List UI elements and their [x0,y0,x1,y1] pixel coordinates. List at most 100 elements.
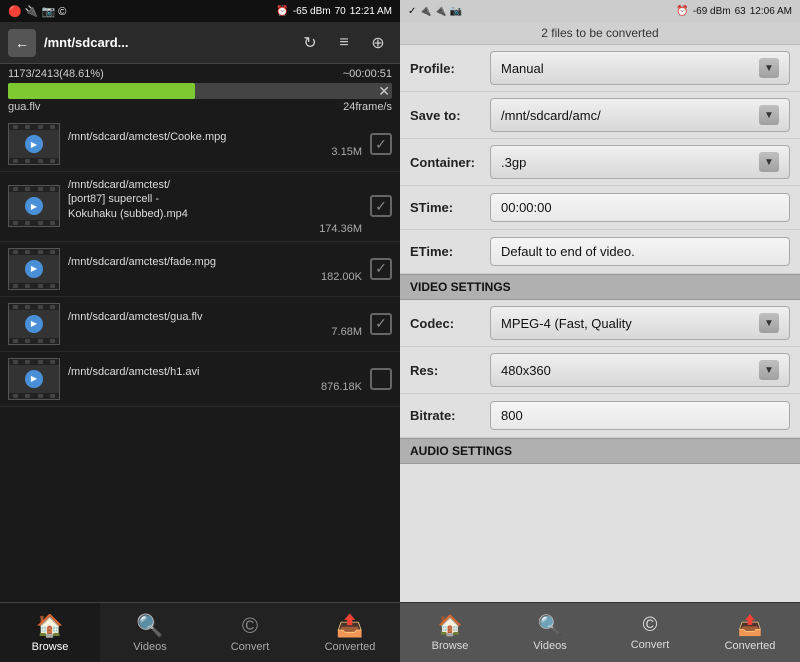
file-path: /mnt/sdcard/amctest/h1.avi [68,365,362,379]
browse-icon: 🏠 [438,613,463,638]
file-checkbox[interactable] [370,368,392,390]
bitrate-input[interactable]: 800 [490,401,790,430]
bitrate-row: Bitrate: 800 [400,394,800,438]
back-button[interactable]: ← [8,29,36,57]
right-signal-bars: 63 [735,6,746,17]
filter-button[interactable]: ⊕ [364,29,392,57]
menu-button[interactable]: ≡ [330,29,358,57]
bitrate-control: 800 [490,401,790,430]
codec-control: MPEG-4 (Fast, Quality ▼ [490,306,790,340]
etime-row: ETime: Default to end of video. [400,230,800,274]
file-list: ▶ /mnt/sdcard/amctest/Cooke.mpg 3.15M ✓ … [0,117,400,602]
stime-label: STime: [410,200,490,215]
list-item[interactable]: ▶ /mnt/sdcard/amctest/fade.mpg 182.00K ✓ [0,242,400,297]
file-thumbnail: ▶ [8,248,60,290]
container-row: Container: .3gp ▼ [400,139,800,186]
file-checkbox[interactable]: ✓ [370,133,392,155]
play-icon: ▶ [25,260,43,278]
progress-percent: 1173/2413(48.61%) [8,68,104,80]
right-bottom-nav: 🏠 Browse 🔍 Videos © Convert 📤 Converted [400,602,800,662]
profile-dropdown[interactable]: Manual ▼ [490,51,790,85]
right-tab-videos[interactable]: 🔍 Videos [500,603,600,662]
chevron-down-icon: ▼ [759,105,779,125]
list-item[interactable]: ▶ /mnt/sdcard/amctest/gua.flv 7.68M ✓ [0,297,400,352]
progress-filename: gua.flv 24frame/s [8,101,392,113]
videos-icon: 🔍 [538,613,563,638]
notification-icons: 🔴 🔌 📷 © [8,5,66,18]
etime-input[interactable]: Default to end of video. [490,237,790,266]
left-bottom-nav: 🏠 Browse 🔍 Videos © Convert 📤 Converted [0,602,400,662]
file-path: /mnt/sdcard/amctest/[port87] supercell -… [68,178,362,221]
left-time: 12:21 AM [350,6,392,17]
progress-close-button[interactable]: ✕ [378,83,390,99]
container-control: .3gp ▼ [490,145,790,179]
list-item[interactable]: ▶ /mnt/sdcard/amctest/Cooke.mpg 3.15M ✓ [0,117,400,172]
res-dropdown[interactable]: 480x360 ▼ [490,353,790,387]
tab-convert[interactable]: © Convert [200,603,300,662]
play-icon: ▶ [25,370,43,388]
converted-icon: 📤 [336,613,363,639]
left-status-bar: 🔴 🔌 📷 © ⏰ -65 dBm 70 12:21 AM [0,0,400,22]
current-file: gua.flv [8,101,40,113]
file-size: 876.18K [68,381,362,393]
converted-icon: 📤 [738,613,763,638]
left-status-right: ⏰ -65 dBm 70 12:21 AM [276,6,392,17]
refresh-button[interactable]: ↻ [296,29,324,57]
list-item[interactable]: ▶ /mnt/sdcard/amctest/[port87] supercell… [0,172,400,242]
settings-scroll: Profile: Manual ▼ Save to: /mnt/sdcard/a… [400,45,800,602]
stime-row: STime: 00:00:00 [400,186,800,230]
tab-browse[interactable]: 🏠 Browse [0,603,100,662]
right-tab-browse[interactable]: 🏠 Browse [400,603,500,662]
video-settings-header: VIDEO SETTINGS [400,274,800,300]
tab-converted[interactable]: 📤 Converted [300,603,400,662]
saveto-control: /mnt/sdcard/amc/ ▼ [490,98,790,132]
right-status-bar: ✓ 🔌 🔌 📷 ⏰ -69 dBm 63 12:06 AM [400,0,800,22]
file-size: 3.15M [68,146,362,158]
saveto-dropdown[interactable]: /mnt/sdcard/amc/ ▼ [490,98,790,132]
list-item[interactable]: ▶ /mnt/sdcard/amctest/h1.avi 876.18K [0,352,400,407]
stime-input[interactable]: 00:00:00 [490,193,790,222]
progress-time: ~00:00:51 [343,68,392,80]
file-checkbox[interactable]: ✓ [370,195,392,217]
right-status-right: ⏰ -69 dBm 63 12:06 AM [676,6,792,17]
convert-label: Convert [631,639,670,651]
chevron-down-icon: ▼ [759,313,779,333]
tab-videos[interactable]: 🔍 Videos [100,603,200,662]
chevron-down-icon: ▼ [759,360,779,380]
file-path: /mnt/sdcard/amctest/fade.mpg [68,255,362,269]
file-checkbox[interactable]: ✓ [370,313,392,335]
nav-icons: ↻ ≡ ⊕ [296,29,392,57]
container-dropdown[interactable]: .3gp ▼ [490,145,790,179]
res-label: Res: [410,363,490,378]
right-tab-convert[interactable]: © Convert [600,603,700,662]
etime-control: Default to end of video. [490,237,790,266]
codec-label: Codec: [410,316,490,331]
stime-control: 00:00:00 [490,193,790,222]
convert-icon: © [643,614,658,637]
convert-icon: © [242,613,258,639]
file-info: /mnt/sdcard/amctest/h1.avi 876.18K [68,365,362,393]
file-size: 174.36M [68,223,362,235]
profile-label: Profile: [410,61,490,76]
file-thumbnail: ▶ [8,123,60,165]
play-icon: ▶ [25,135,43,153]
codec-value: MPEG-4 (Fast, Quality [501,316,632,331]
progress-track: ✕ [8,83,392,99]
right-status-left: ✓ 🔌 🔌 📷 [408,6,462,17]
right-tab-converted[interactable]: 📤 Converted [700,603,800,662]
right-status-icons: ✓ 🔌 🔌 📷 [408,6,462,17]
browse-label: Browse [32,641,69,653]
file-checkbox[interactable]: ✓ [370,258,392,280]
etime-label: ETime: [410,244,490,259]
bitrate-label: Bitrate: [410,408,490,423]
container-label: Container: [410,155,490,170]
file-info: /mnt/sdcard/amctest/[port87] supercell -… [68,178,362,235]
current-path: /mnt/sdcard... [44,35,288,50]
progress-info: 1173/2413(48.61%) ~00:00:51 [8,68,392,80]
chevron-down-icon: ▼ [759,152,779,172]
codec-dropdown[interactable]: MPEG-4 (Fast, Quality ▼ [490,306,790,340]
profile-row: Profile: Manual ▼ [400,45,800,92]
converted-label: Converted [725,640,776,652]
progress-area: 1173/2413(48.61%) ~00:00:51 ✕ gua.flv 24… [0,64,400,117]
file-info: /mnt/sdcard/amctest/Cooke.mpg 3.15M [68,130,362,158]
